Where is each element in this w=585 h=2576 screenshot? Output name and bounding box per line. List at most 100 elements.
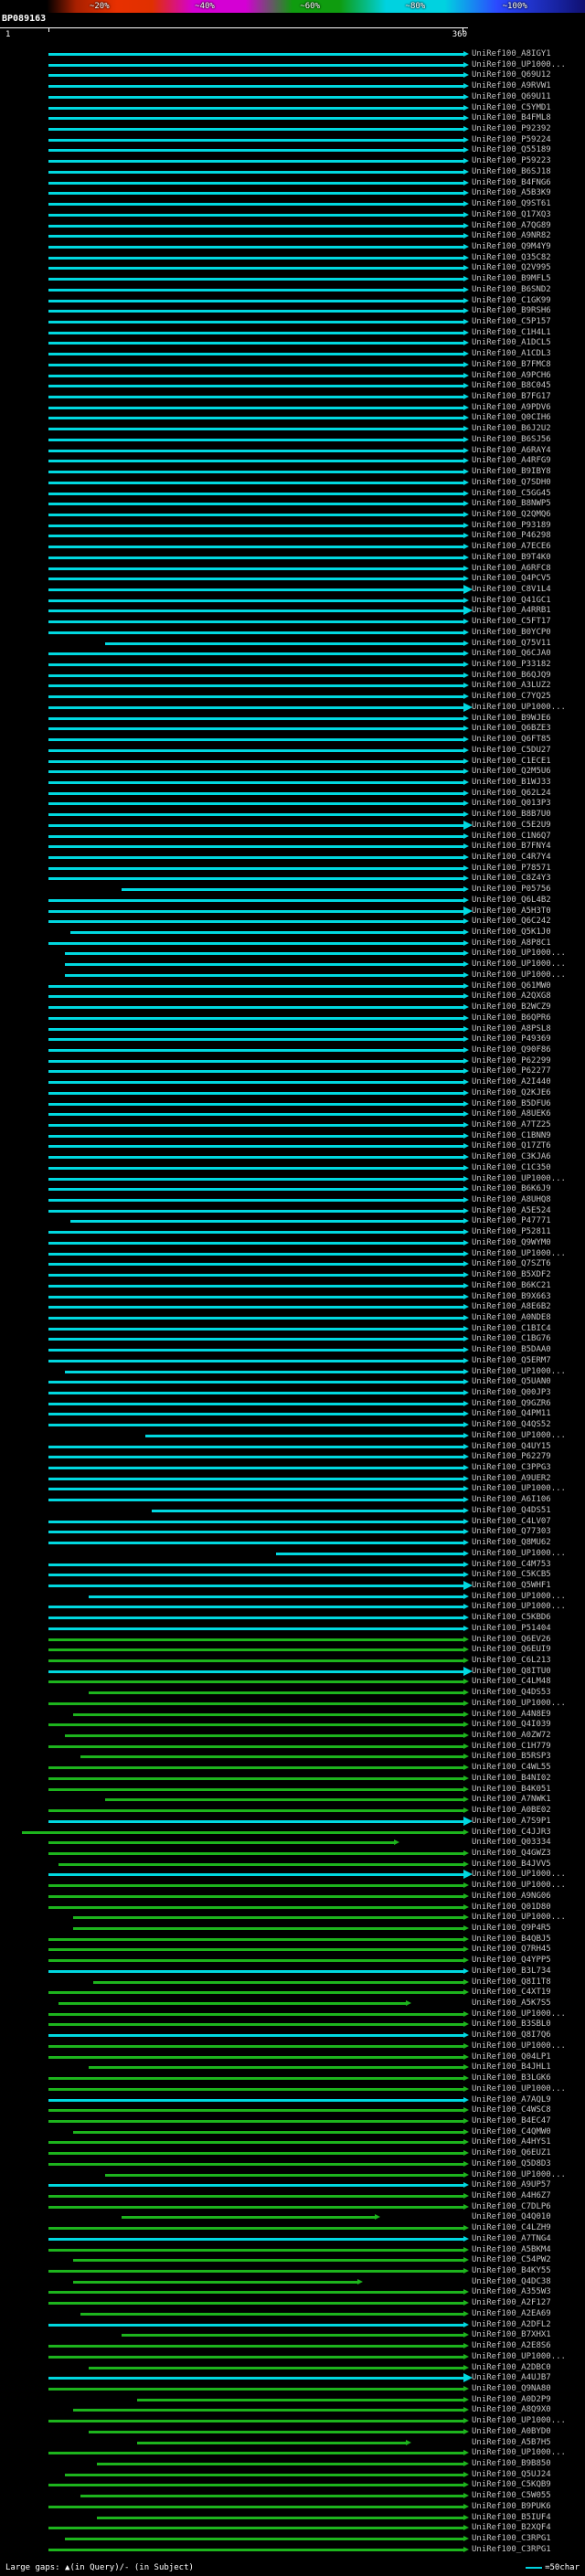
hit-label[interactable]: UniRef100_P33182 — [472, 659, 551, 670]
hit-bar[interactable] — [48, 1529, 469, 1535]
hit-bar[interactable] — [48, 1882, 469, 1889]
hit-label[interactable]: UniRef100_B5DFU6 — [472, 1098, 551, 1109]
hit-label[interactable]: UniRef100_C4WL55 — [472, 1762, 551, 1773]
hit-bar[interactable] — [121, 2214, 380, 2221]
hit-bar[interactable] — [72, 1925, 469, 1931]
hit-bar[interactable] — [48, 2385, 469, 2391]
hit-bar[interactable] — [58, 2000, 411, 2007]
hit-bar[interactable] — [48, 2160, 469, 2167]
hit-bar[interactable] — [48, 329, 469, 335]
hit-bar[interactable] — [70, 1218, 469, 1224]
hit-bar[interactable] — [72, 2407, 469, 2413]
hit-label[interactable]: UniRef100_B1WJ33 — [472, 777, 551, 788]
hit-label[interactable]: UniRef100_Q4PCV5 — [472, 573, 551, 584]
hit-bar[interactable] — [48, 2053, 469, 2060]
hit-label[interactable]: UniRef100_Q04LP1 — [472, 2051, 551, 2062]
hit-bar[interactable] — [48, 993, 469, 1000]
hit-label[interactable]: UniRef100_P62279 — [472, 1451, 551, 1462]
hit-label[interactable]: UniRef100_A5E524 — [472, 1205, 551, 1216]
hit-label[interactable]: UniRef100_Q69U12 — [472, 69, 551, 80]
hit-bar[interactable] — [48, 447, 469, 453]
hit-label[interactable]: UniRef100_UP1000... — [472, 1591, 566, 1602]
hit-bar[interactable] — [48, 896, 469, 903]
hit-bar[interactable] — [48, 126, 469, 133]
hit-label[interactable]: UniRef100_UP1000... — [472, 1173, 566, 1184]
hit-label[interactable]: UniRef100_B9B850 — [472, 2458, 551, 2469]
hit-bar[interactable] — [48, 2085, 469, 2092]
hit-bar[interactable] — [48, 2075, 469, 2082]
hit-label[interactable]: UniRef100_Q2QMQ6 — [472, 509, 551, 520]
hit-bar[interactable] — [48, 2182, 469, 2189]
hit-bar[interactable] — [89, 2428, 469, 2434]
hit-bar[interactable] — [64, 1368, 469, 1374]
hit-bar[interactable] — [48, 1666, 473, 1676]
hit-label[interactable]: UniRef100_A2E8S6 — [472, 2340, 551, 2351]
hit-bar[interactable] — [48, 1989, 469, 1996]
hit-label[interactable]: UniRef100_Q6CJA0 — [472, 648, 551, 659]
hit-label[interactable]: UniRef100_C1GK99 — [472, 295, 551, 306]
hit-label[interactable]: UniRef100_Q4UY15 — [472, 1441, 551, 1452]
hit-label[interactable]: UniRef100_B5XDF2 — [472, 1269, 551, 1280]
hit-label[interactable]: UniRef100_C5FT17 — [472, 616, 551, 627]
hit-label[interactable]: UniRef100_A6RAY4 — [472, 445, 551, 456]
hit-label[interactable]: UniRef100_A0D2P9 — [472, 2394, 551, 2405]
hit-label[interactable]: UniRef100_Q9P4R5 — [472, 1923, 551, 1934]
hit-bar[interactable] — [48, 2042, 469, 2049]
hit-bar[interactable] — [48, 854, 469, 860]
hit-bar[interactable] — [48, 820, 473, 830]
hit-label[interactable]: UniRef100_A7NWK1 — [472, 1794, 551, 1805]
hit-bar[interactable] — [48, 1486, 469, 1492]
hit-label[interactable]: UniRef100_Q4Q010 — [472, 2211, 551, 2222]
hit-bar[interactable] — [48, 2096, 469, 2103]
hit-label[interactable]: UniRef100_B4KY55 — [472, 2265, 551, 2276]
hit-bar[interactable] — [48, 340, 469, 346]
hit-label[interactable]: UniRef100_Q55189 — [472, 144, 551, 155]
hit-bar[interactable] — [89, 1593, 469, 1599]
hit-label[interactable]: UniRef100_A8Q9X0 — [472, 2404, 551, 2415]
hit-bar[interactable] — [48, 243, 469, 249]
hit-label[interactable]: UniRef100_B8C045 — [472, 380, 551, 391]
hit-label[interactable]: UniRef100_C1N6Q7 — [472, 831, 551, 842]
hit-bar[interactable] — [48, 939, 469, 946]
hit-label[interactable]: UniRef100_C6L213 — [472, 1655, 551, 1666]
hit-bar[interactable] — [64, 1733, 469, 1739]
hit-label[interactable]: UniRef100_C4QMW0 — [472, 2126, 551, 2137]
hit-label[interactable]: UniRef100_Q9GZR6 — [472, 1398, 551, 1409]
hit-label[interactable]: UniRef100_C8V1L4 — [472, 584, 551, 595]
hit-bar[interactable] — [48, 1465, 469, 1471]
hit-bar[interactable] — [48, 2373, 473, 2383]
hit-label[interactable]: UniRef100_A2F127 — [472, 2297, 551, 2308]
hit-bar[interactable] — [48, 1935, 469, 1942]
hit-bar[interactable] — [48, 2546, 469, 2552]
hit-bar[interactable] — [48, 372, 469, 378]
hit-bar[interactable] — [48, 158, 469, 164]
hit-bar[interactable] — [72, 2128, 469, 2135]
hit-label[interactable]: UniRef100_C5GG45 — [472, 488, 551, 499]
hit-bar[interactable] — [48, 1946, 469, 1953]
hit-bar[interactable] — [72, 1914, 469, 1921]
hit-bar[interactable] — [48, 565, 469, 571]
hit-label[interactable]: UniRef100_UP1000... — [472, 1248, 566, 1259]
hit-label[interactable]: UniRef100_A1CDL3 — [472, 348, 551, 359]
hit-label[interactable]: UniRef100_C3RPG1 — [472, 2544, 551, 2555]
hit-bar[interactable] — [48, 511, 469, 517]
hit-label[interactable]: UniRef100_A3LUZ2 — [472, 680, 551, 691]
hit-bar[interactable] — [48, 404, 469, 410]
hit-bar[interactable] — [48, 1967, 469, 1974]
hit-label[interactable]: UniRef100_UP1000... — [472, 948, 566, 959]
hit-label[interactable]: UniRef100_Q77303 — [472, 1526, 551, 1537]
hit-bar[interactable] — [48, 1839, 400, 1846]
hit-label[interactable]: UniRef100_Q9WYM0 — [472, 1237, 551, 1248]
hit-bar[interactable] — [48, 61, 469, 68]
hit-bar[interactable] — [48, 597, 469, 603]
hit-label[interactable]: UniRef100_A1DCL5 — [472, 337, 551, 348]
hit-bar[interactable] — [121, 886, 469, 893]
hit-bar[interactable] — [48, 1700, 469, 1706]
hit-label[interactable]: UniRef100_Q0CIH6 — [472, 412, 551, 423]
hit-bar[interactable] — [48, 394, 469, 400]
hit-label[interactable]: UniRef100_B0YCP0 — [472, 627, 551, 638]
hit-label[interactable]: UniRef100_Q6BZE3 — [472, 723, 551, 734]
hit-bar[interactable] — [48, 479, 469, 485]
hit-label[interactable]: UniRef100_Q6FT85 — [472, 734, 551, 745]
hit-bar[interactable] — [48, 2450, 469, 2456]
